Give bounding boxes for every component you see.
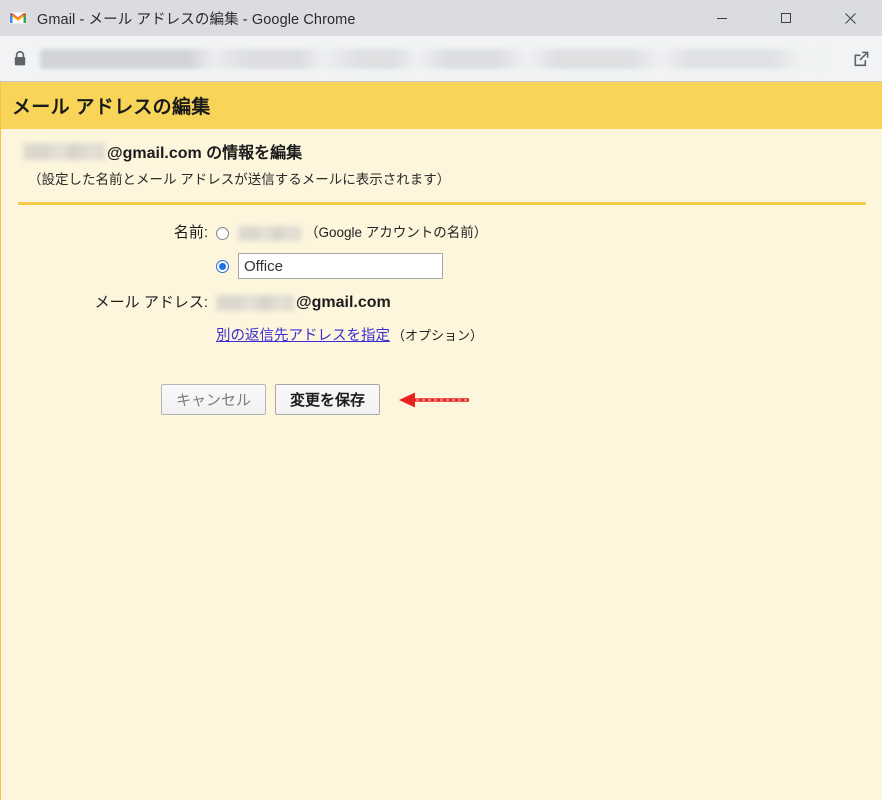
redacted-email-user [216,295,294,311]
title-bar: Gmail - メール アドレスの編集 - Google Chrome [0,0,882,36]
account-heading: @gmail.com の情報を編集 [23,140,882,162]
redacted-account-name [238,225,301,241]
page-title: メール アドレスの編集 [12,97,211,118]
minimize-icon[interactable] [690,0,754,36]
name-row-account: 名前: （Google アカウントの名前） [1,221,882,245]
intro-note: （設定した名前とメール アドレスが送信するメールに表示されます） [28,172,451,187]
name-row-custom [1,253,882,279]
intro-section: @gmail.com の情報を編集 （設定した名前とメール アドレスが送信するメ… [1,129,882,188]
gmail-m-icon [9,9,27,27]
edit-address-form: 名前: （Google アカウントの名前） メール アドレス: [1,205,882,415]
custom-name-input[interactable] [238,253,443,279]
reply-to-optional-text: （オプション） [392,328,484,343]
name-label: 名前: [173,224,208,241]
email-row: メール アドレス: @gmail.com [1,292,882,316]
account-name-hint: （Google アカウントの名前） [305,225,488,240]
radio-account-name[interactable] [216,226,229,240]
page-header: メール アドレスの編集 [1,82,882,129]
radio-custom-name[interactable] [216,259,229,273]
maximize-icon[interactable] [754,0,818,36]
form-actions: キャンセル 変更を保存 [1,384,882,415]
lock-icon[interactable] [0,36,40,82]
annotation-arrow-icon [399,391,471,409]
save-button[interactable]: 変更を保存 [275,384,381,415]
open-in-new-window-icon[interactable] [840,36,882,82]
reply-to-row: 別の返信先アドレスを指定 （オプション） [1,324,882,348]
browser-window: Gmail - メール アドレスの編集 - Google Chrome メール … [0,0,882,800]
cancel-button[interactable]: キャンセル [161,384,267,415]
window-controls [690,0,882,36]
email-domain: @gmail.com [296,294,391,311]
redacted-username [23,142,105,160]
url-input[interactable] [40,48,826,69]
window-title: Gmail - メール アドレスの編集 - Google Chrome [37,11,356,28]
email-label: メール アドレス: [94,294,208,311]
close-icon[interactable] [818,0,882,36]
page-content: メール アドレスの編集 @gmail.com の情報を編集 （設定した名前とメー… [0,82,882,800]
account-heading-text: @gmail.com の情報を編集 [107,145,303,162]
address-bar [0,36,882,82]
specify-reply-address-link[interactable]: 別の返信先アドレスを指定 [216,324,390,348]
